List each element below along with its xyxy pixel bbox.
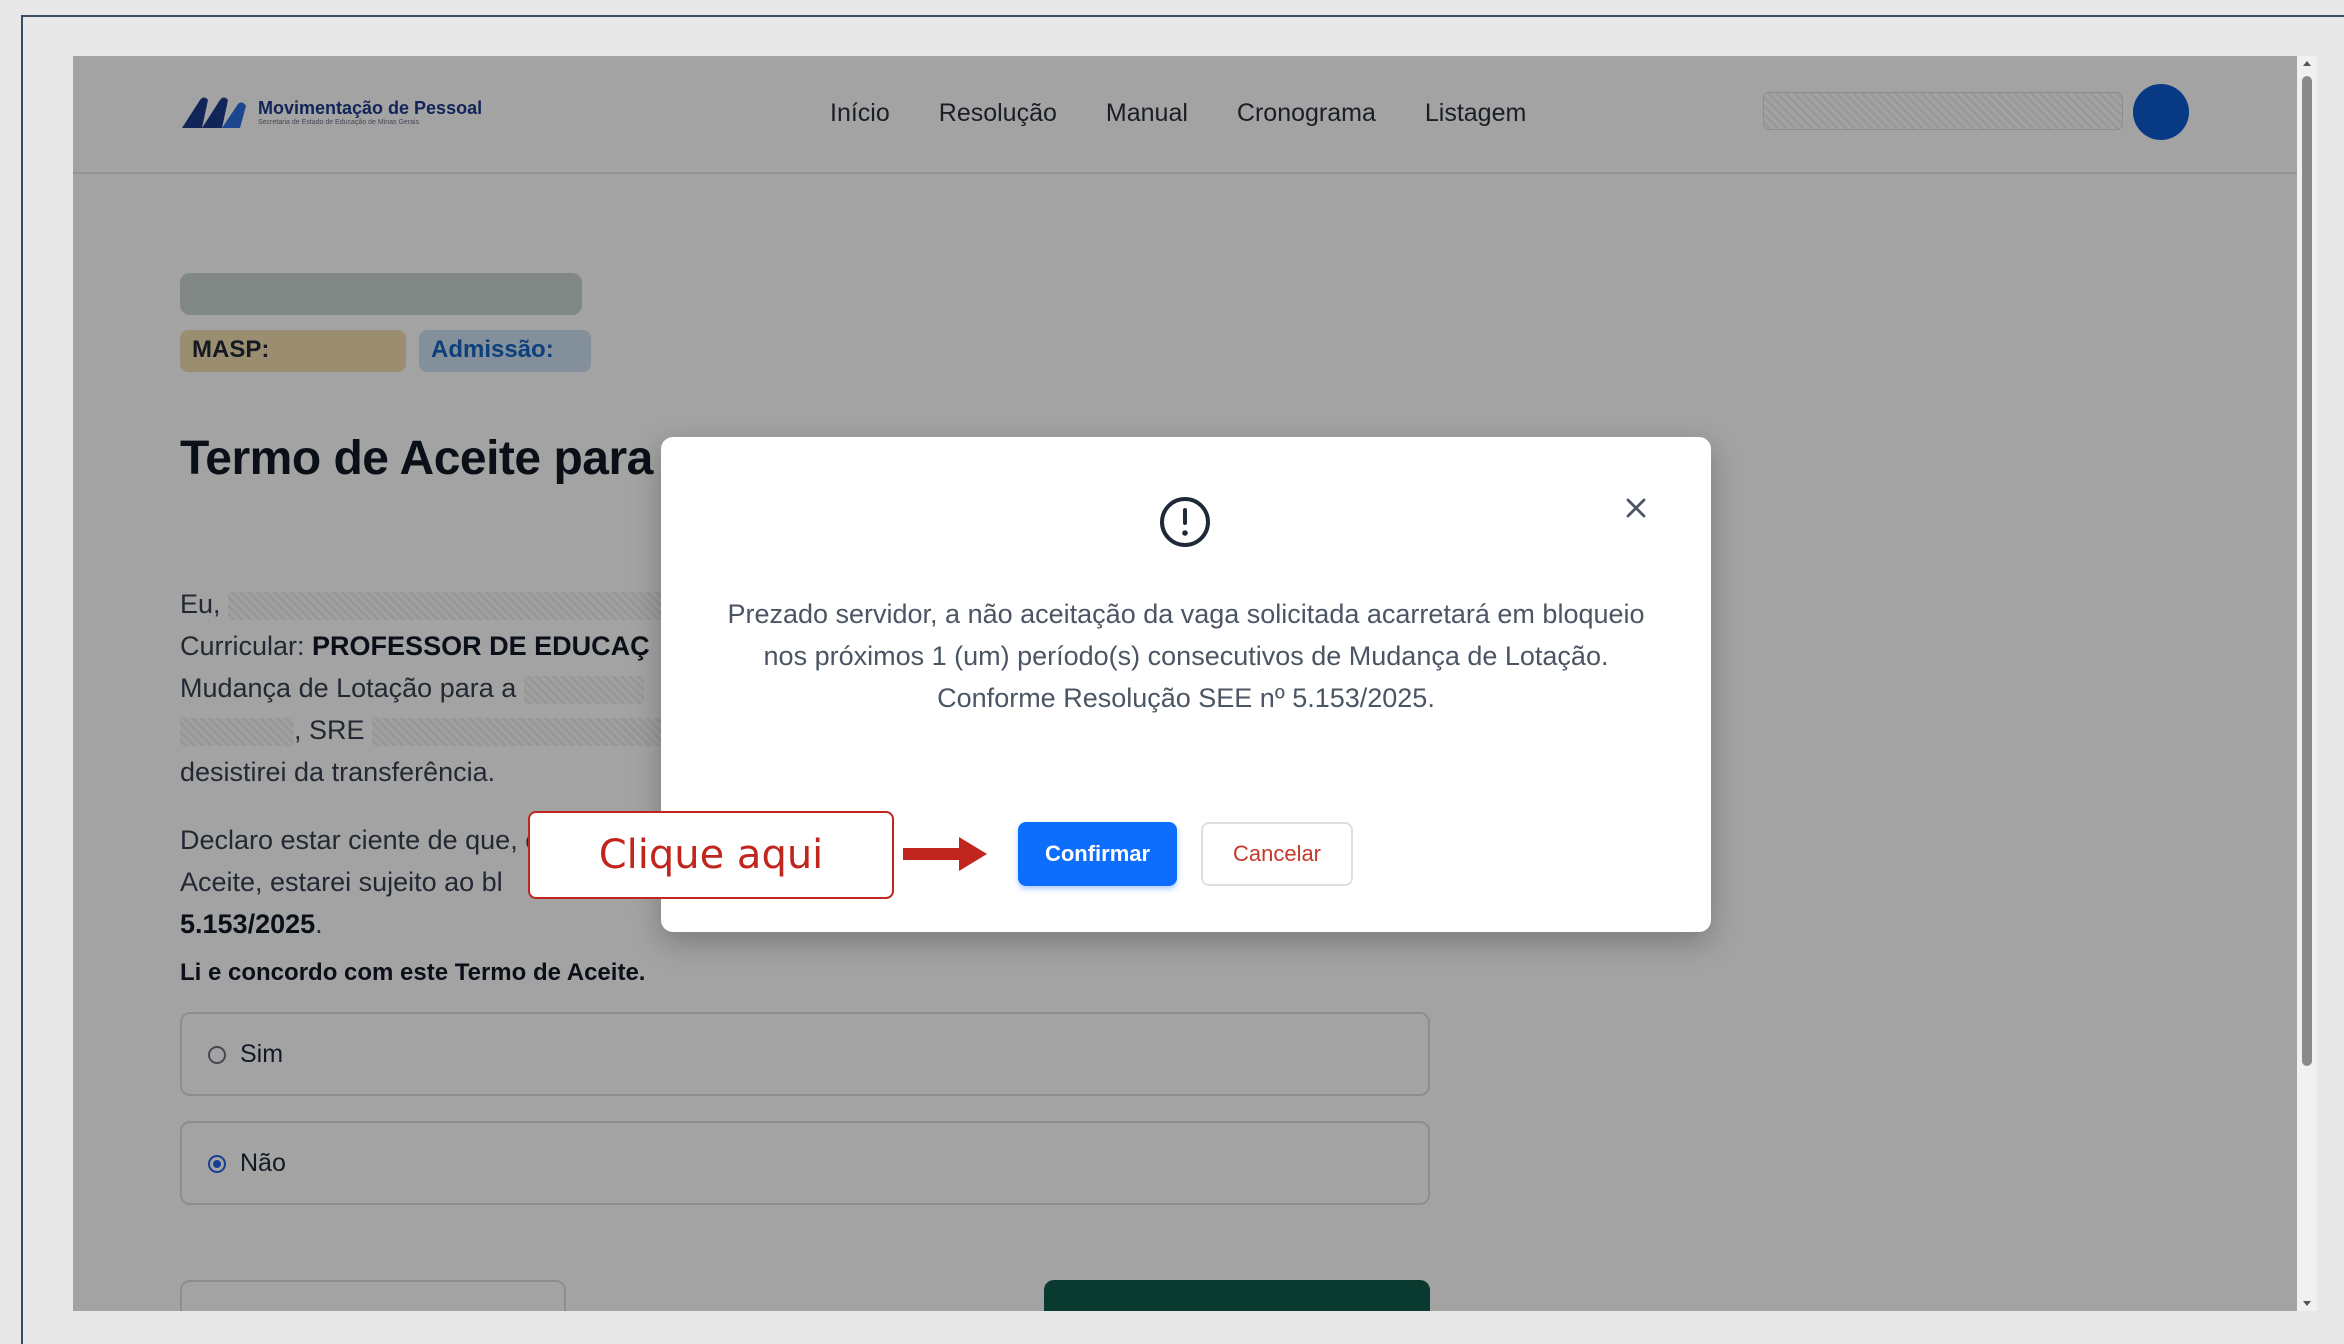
callout-text: Clique aqui (598, 832, 824, 878)
scrollbar[interactable] (2297, 56, 2317, 1311)
close-icon[interactable] (1621, 493, 1651, 523)
annotation-arrow-icon (903, 837, 987, 871)
confirm-button[interactable]: Confirmar (1018, 822, 1177, 886)
scroll-up-arrow-icon[interactable] (2301, 58, 2313, 70)
scroll-thumb[interactable] (2302, 76, 2312, 1066)
cancel-button[interactable]: Cancelar (1201, 822, 1353, 886)
modal-message: Prezado servidor, a não aceitação da vag… (727, 599, 1645, 713)
exclamation-circle-icon (1160, 497, 1210, 547)
scroll-down-arrow-icon[interactable] (2301, 1297, 2313, 1309)
annotation-callout: Clique aqui (528, 811, 894, 899)
